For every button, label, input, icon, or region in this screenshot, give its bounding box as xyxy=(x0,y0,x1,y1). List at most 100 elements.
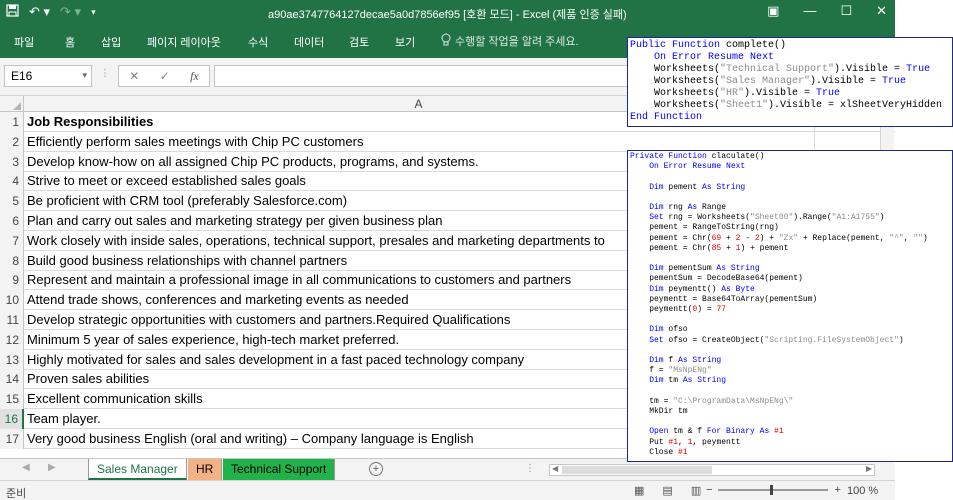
name-box[interactable]: E16 ▾ xyxy=(4,65,92,87)
row-header[interactable]: 5 xyxy=(0,191,24,212)
cell-a[interactable]: Team player. xyxy=(27,409,101,429)
zoom-slider-knob[interactable] xyxy=(770,485,774,495)
code-line: Worksheets("Sheet1").Visible = xlSheetVe… xyxy=(630,100,950,112)
cell-a[interactable]: Work closely with inside sales, operatio… xyxy=(27,231,605,251)
page-break-view-icon[interactable]: ▥ xyxy=(691,484,701,497)
tab-formulas[interactable]: 수식 xyxy=(248,34,268,50)
tab-insert[interactable]: 삽입 xyxy=(101,34,121,50)
tab-home[interactable]: 홈 xyxy=(65,34,75,50)
sheet-tab[interactable]: Technical Support xyxy=(223,459,336,480)
cell-a[interactable]: Develop know-how on all assigned Chip PC… xyxy=(27,152,479,172)
row-header[interactable]: 11 xyxy=(0,310,24,330)
customize-qa-icon[interactable]: ▾ xyxy=(91,7,96,18)
row-header[interactable]: 8 xyxy=(0,250,24,271)
code-line: Dim pementSum As String xyxy=(630,264,950,274)
close-icon[interactable]: ✕ xyxy=(876,3,887,19)
next-sheet-icon[interactable]: ▶ xyxy=(48,462,56,473)
row-header[interactable]: 9 xyxy=(0,270,24,291)
tell-me-text: 수행할 작업을 알려 주세요. xyxy=(455,36,579,48)
maximize-icon[interactable]: ☐ xyxy=(840,3,852,19)
cell-a[interactable]: Efficiently perform sales meetings with … xyxy=(27,132,363,152)
tab-file[interactable]: 파일 xyxy=(14,34,34,50)
code-token: rng = Worksheets( xyxy=(668,213,751,223)
sheet-tab[interactable]: Sales Manager xyxy=(88,459,187,480)
zoom-in-icon[interactable]: + xyxy=(834,484,840,496)
cell-a[interactable]: Minimum 5 year of sales experience, high… xyxy=(27,330,399,350)
redo-icon[interactable]: ↷ ▾ xyxy=(60,4,81,20)
quick-access-toolbar: ↶ ▾ ↷ ▾ ▾ xyxy=(6,4,96,20)
tab-view[interactable]: 보기 xyxy=(395,34,415,50)
code-token: "MsNpENg" xyxy=(668,366,712,376)
code-token: Private Function xyxy=(630,152,712,161)
zoom-out-icon[interactable]: − xyxy=(706,484,712,496)
code-token: tm xyxy=(668,376,683,386)
save-icon[interactable] xyxy=(6,4,19,20)
cell-a[interactable]: Attend trade shows, conferences and mark… xyxy=(27,290,409,310)
tab-review[interactable]: 검토 xyxy=(349,34,369,50)
cell-a[interactable]: Strive to meet or exceed established sal… xyxy=(27,171,306,191)
cell-a[interactable]: Plan and carry out sales and marketing s… xyxy=(27,211,443,231)
row-header[interactable]: 4 xyxy=(0,171,24,192)
row-header[interactable]: 3 xyxy=(0,151,24,172)
cell-a[interactable]: Excellent communication skills xyxy=(27,389,203,409)
row-header[interactable]: 7 xyxy=(0,230,24,251)
cell-a[interactable]: Represent and maintain a professional im… xyxy=(27,270,571,290)
table-row[interactable]: 2 Efficiently perform sales meetings with… xyxy=(0,131,895,152)
code-token: As String xyxy=(682,376,727,386)
scroll-thumb[interactable] xyxy=(562,466,712,474)
zoom-slider[interactable] xyxy=(718,485,829,495)
split-handle-icon[interactable]: ⋮ xyxy=(525,463,535,474)
code-token: Dim xyxy=(630,203,669,213)
cell-a[interactable]: Job Responsibilities xyxy=(27,112,153,132)
prev-sheet-icon[interactable]: ◀ xyxy=(22,462,30,473)
row-header[interactable]: 6 xyxy=(0,211,24,231)
code-token: tm & f xyxy=(673,427,707,437)
scroll-left-icon[interactable]: ◀ xyxy=(552,464,558,473)
cell-a[interactable]: Proven sales abilities xyxy=(27,369,149,389)
cell-a[interactable]: Develop strategic opportunities with cus… xyxy=(27,310,510,330)
chevron-down-icon[interactable]: ▾ xyxy=(82,70,87,81)
insert-function-button[interactable]: fx xyxy=(190,69,199,84)
ribbon-display-icon[interactable]: ▣ xyxy=(767,3,779,19)
cell-a[interactable]: Be proficient with CRM tool (preferably … xyxy=(27,191,347,211)
code-token: pementSum xyxy=(668,264,717,274)
code-token: #1 xyxy=(668,437,679,447)
row-header[interactable]: 12 xyxy=(0,329,24,350)
code-line: pementSum = DecodeBase64(pement) xyxy=(630,274,950,284)
normal-view-icon[interactable]: ▦ xyxy=(634,484,644,497)
code-token: Put xyxy=(630,437,669,447)
cell-a[interactable]: Highly motivated for sales and sales dev… xyxy=(27,350,524,370)
row-header[interactable]: 13 xyxy=(0,349,24,370)
minimize-icon[interactable]: — xyxy=(803,3,816,19)
tab-data[interactable]: 데이터 xyxy=(294,34,324,50)
code-snippet-claculate: Private Function claculate() On Error Re… xyxy=(627,150,953,462)
zoom-level[interactable]: 100 % xyxy=(847,485,878,497)
add-sheet-button[interactable]: + xyxy=(369,462,383,476)
row-header[interactable]: 16 xyxy=(0,409,24,429)
cell-a[interactable]: Very good business English (oral and wri… xyxy=(27,429,474,449)
row-header[interactable]: 14 xyxy=(0,369,24,390)
code-line: Dim f As String xyxy=(630,356,950,366)
scroll-right-icon[interactable]: ▶ xyxy=(866,464,872,473)
select-all-corner[interactable] xyxy=(0,96,24,112)
row-header[interactable]: 1 xyxy=(0,112,24,132)
row-header[interactable]: 17 xyxy=(0,428,24,449)
lightbulb-icon xyxy=(441,33,451,49)
horizontal-scrollbar[interactable]: ◀ ▶ xyxy=(549,464,875,476)
tab-page-layout[interactable]: 페이지 레이아웃 xyxy=(147,34,221,50)
tell-me-box[interactable]: 수행할 작업을 알려 주세요. xyxy=(441,33,579,49)
sheet-tab[interactable]: HR xyxy=(188,459,223,480)
row-header[interactable]: 10 xyxy=(0,290,24,311)
title-bar: ↶ ▾ ↷ ▾ ▾ a90ae3747764127decae5a0d7856ef… xyxy=(0,0,895,26)
row-header[interactable]: 2 xyxy=(0,131,24,152)
code-line: pement = Chr(69 + 2 - 2) + "Zx" + Replac… xyxy=(630,234,950,244)
cancel-icon[interactable]: ✕ xyxy=(129,69,139,83)
code-token: True xyxy=(816,88,841,99)
page-layout-view-icon[interactable]: ▤ xyxy=(662,484,672,497)
row-header[interactable]: 15 xyxy=(0,389,24,410)
code-token: Set xyxy=(630,335,669,345)
undo-icon[interactable]: ↶ ▾ xyxy=(29,4,50,20)
enter-icon[interactable]: ✓ xyxy=(160,69,170,83)
cell-a[interactable]: Build good business relationships with c… xyxy=(27,251,347,271)
